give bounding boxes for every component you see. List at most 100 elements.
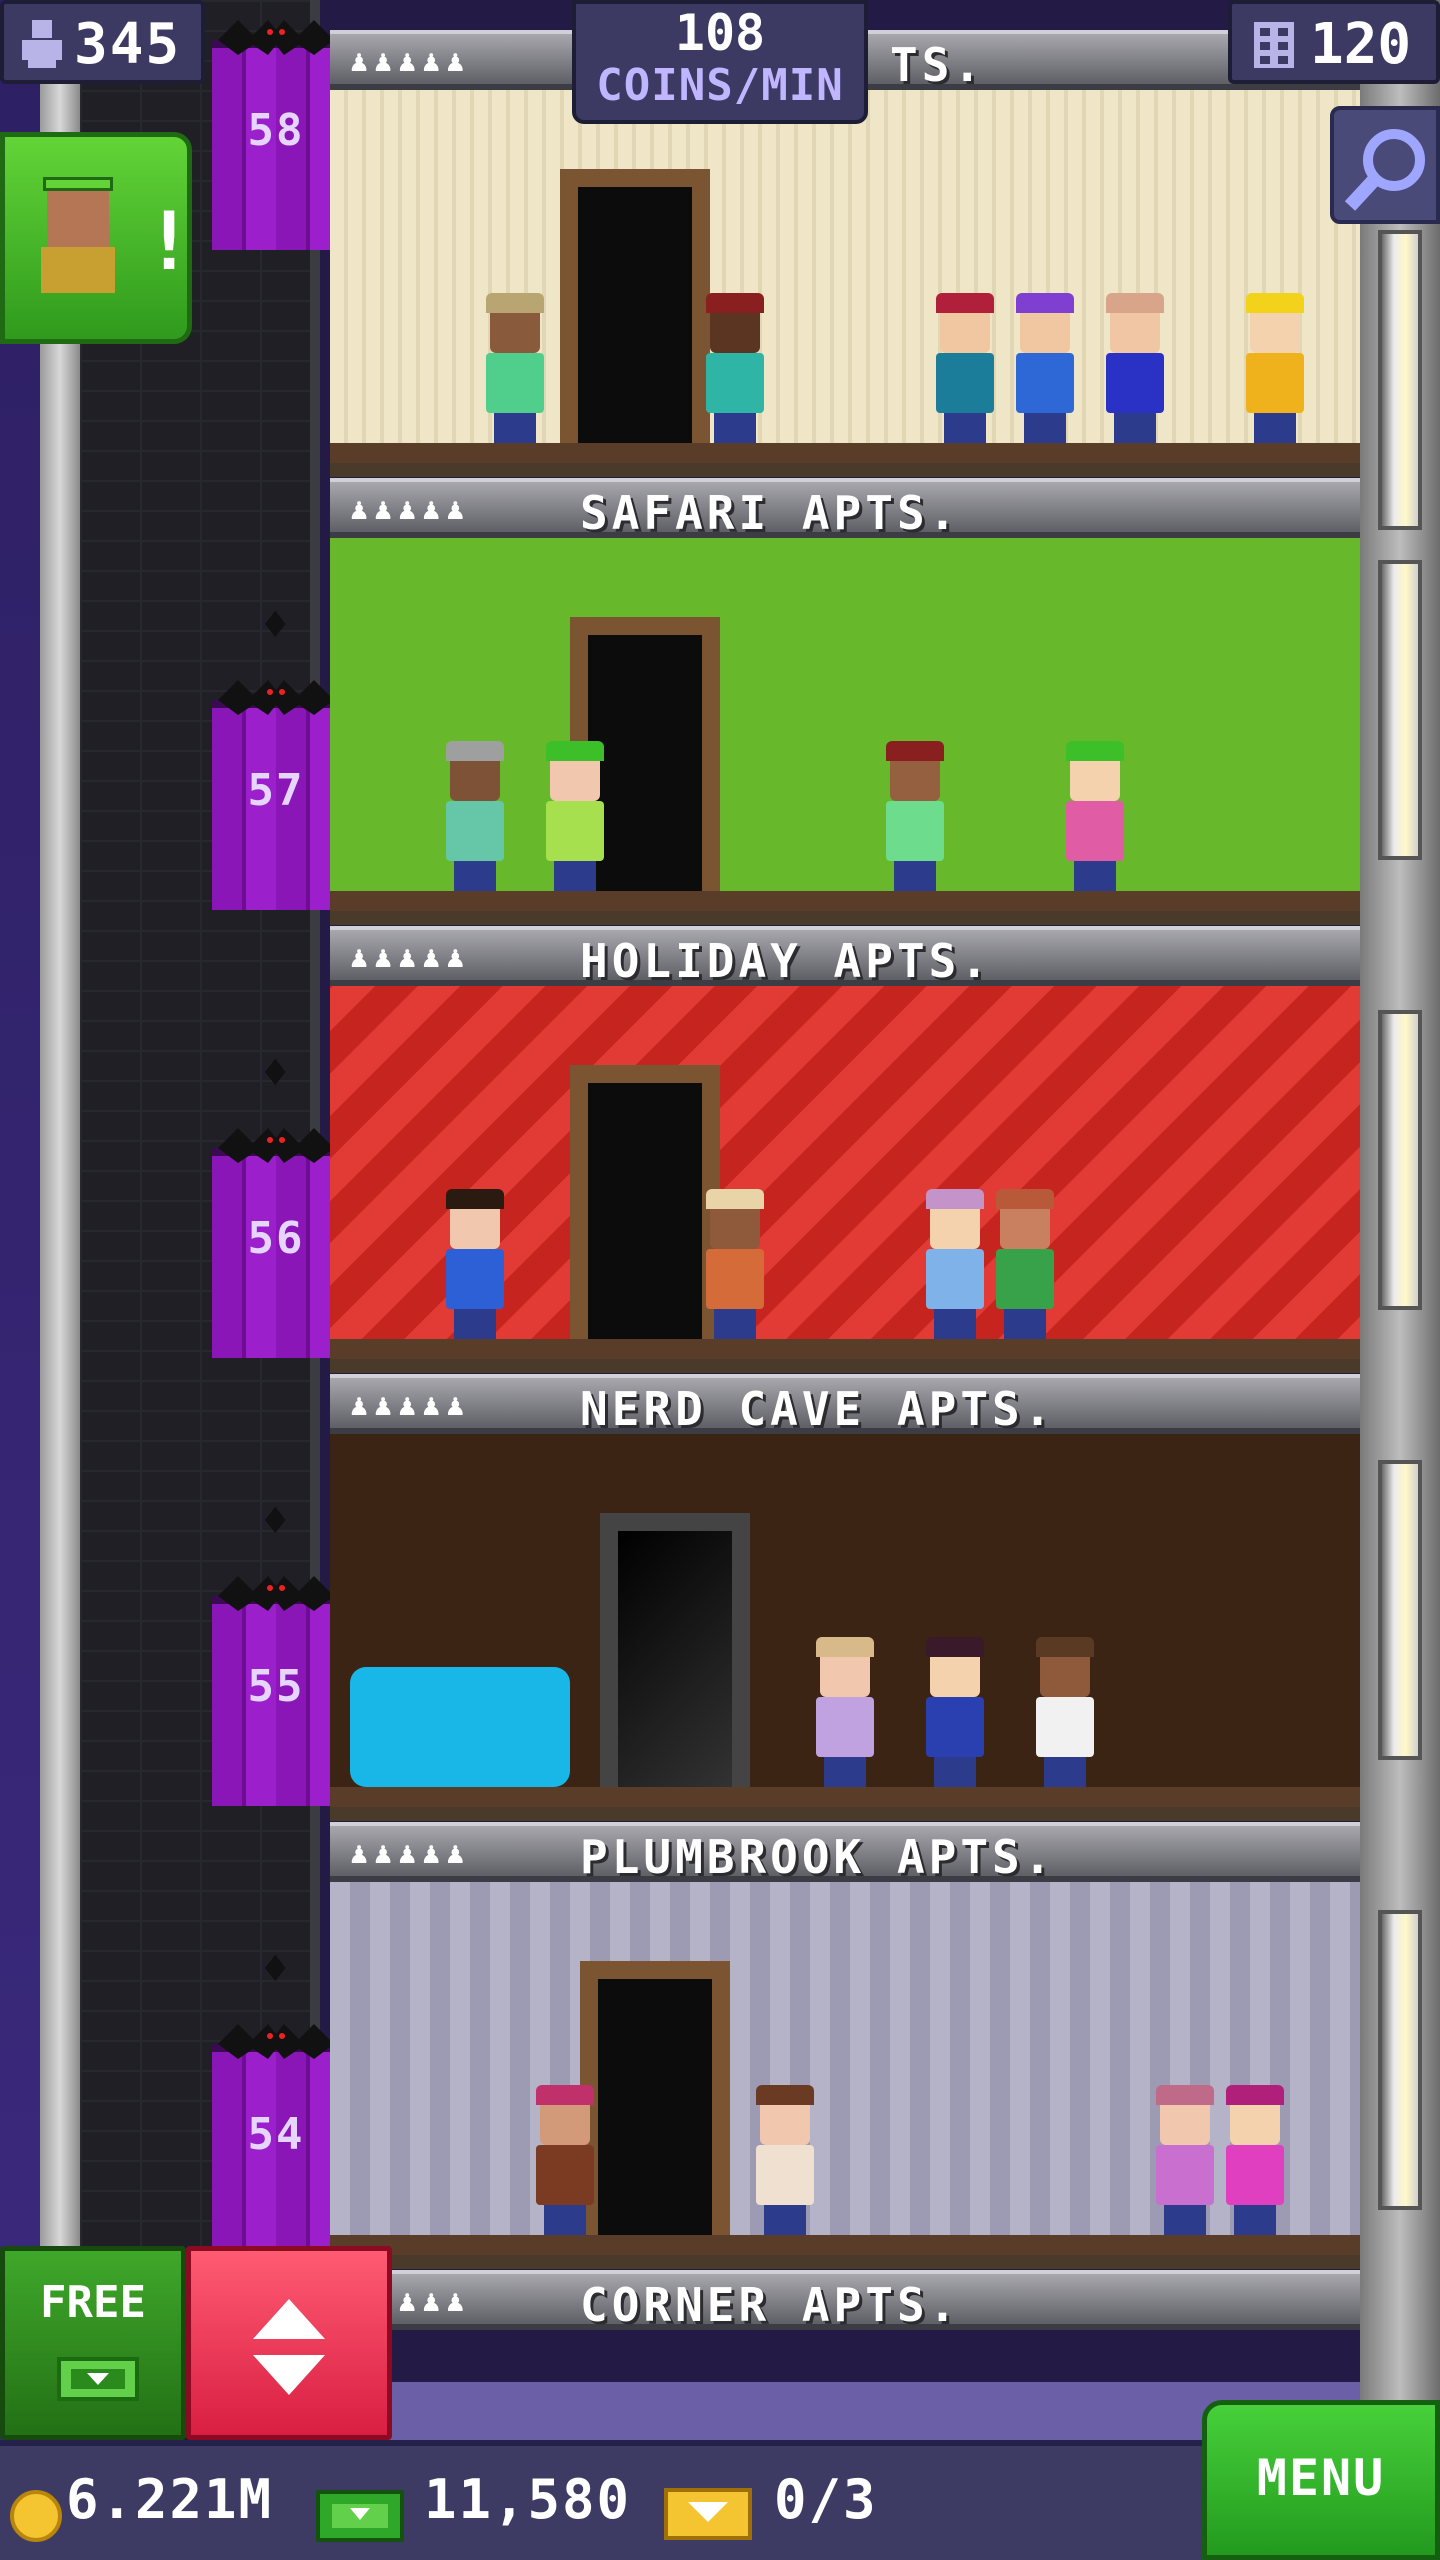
bitizen[interactable] — [1220, 2085, 1290, 2241]
bitizen[interactable] — [880, 741, 950, 897]
floorboard — [330, 443, 1360, 463]
bitizen[interactable] — [750, 2085, 820, 2241]
floor-name: HOLIDAY APTS. — [580, 934, 993, 988]
menu-button[interactable]: MENU — [1202, 2400, 1440, 2560]
bitizen[interactable] — [920, 1189, 990, 1345]
bitizen[interactable] — [930, 293, 1000, 449]
room-interior[interactable] — [330, 538, 1360, 925]
bitizen[interactable] — [990, 1189, 1060, 1345]
elevator-lamp-icon: ♦ — [262, 1048, 289, 1099]
elevator-up-down-button[interactable] — [186, 2246, 392, 2440]
bitizen[interactable] — [700, 293, 770, 449]
tower-left-wall — [40, 0, 80, 2560]
floor-name: TS. — [890, 38, 986, 92]
bat-icon — [218, 20, 334, 55]
bux-icon — [316, 2490, 404, 2542]
bitizen[interactable] — [1060, 741, 1130, 897]
elevator-floor-57[interactable]: ♦ 57 — [212, 590, 340, 910]
floor-name: CORNER APTS. — [580, 2278, 961, 2332]
bitizen[interactable] — [920, 1637, 990, 1793]
elevator-lamp-icon: ♦ — [262, 1496, 289, 1547]
floor-count-value: 120 — [1310, 12, 1412, 77]
apartment-door — [580, 1961, 730, 2241]
vip-alert-indicator: ! — [145, 195, 194, 288]
floor-banner: ♟♟♟♟♟ HOLIDAY APTS. — [330, 926, 1360, 988]
vip-visitor-button[interactable]: ! — [0, 132, 194, 344]
vip-avatar — [33, 177, 123, 307]
floor-rating-icons: ♟♟♟♟♟ — [350, 492, 471, 527]
magnifier-icon — [1344, 129, 1425, 211]
floor-banner: ♟♟♟♟♟ CORNER APTS. — [330, 2270, 1360, 2332]
floor-nerd-cave[interactable]: ♟♟♟♟♟ NERD CAVE APTS. — [330, 1374, 1360, 1821]
free-label: FREE — [40, 2277, 146, 2328]
apartment-door — [560, 169, 710, 449]
elevator-floor-number: 56 — [247, 1213, 305, 1264]
floor-counter[interactable]: 120 — [1228, 0, 1440, 84]
population-counter[interactable]: 345 — [0, 0, 205, 84]
floor-holiday[interactable]: ♟♟♟♟♟ HOLIDAY APTS. — [330, 926, 1360, 1373]
floor-name: SAFARI APTS. — [580, 486, 961, 540]
floor-plumbrook[interactable]: ♟♟♟♟♟ PLUMBROOK APTS. — [330, 1822, 1360, 2269]
population-value: 345 — [74, 12, 182, 77]
coins-per-min-value: 108 — [674, 4, 766, 62]
bitizen[interactable] — [440, 741, 510, 897]
bitizen[interactable] — [700, 1189, 770, 1345]
room-interior[interactable] — [330, 986, 1360, 1373]
tower-window — [1378, 560, 1422, 860]
bitizen[interactable] — [530, 2085, 600, 2241]
building-icon — [1254, 22, 1294, 68]
elevator-floor-56[interactable]: ♦ 56 — [212, 1038, 340, 1358]
elevator-floor-number: 54 — [247, 2109, 305, 2160]
elevator-floor-58[interactable]: 58 — [212, 0, 340, 250]
apartment-door — [600, 1513, 750, 1793]
tower-window — [1378, 1910, 1422, 2210]
bat-icon — [218, 1128, 334, 1163]
bitizen[interactable] — [1150, 2085, 1220, 2241]
floor-rating-icons: ♟♟♟♟♟ — [350, 940, 471, 975]
bitizen[interactable] — [1100, 293, 1170, 449]
golden-ticket-icon — [664, 2488, 752, 2540]
bitizen[interactable] — [440, 1189, 510, 1345]
bat-icon — [218, 680, 334, 715]
floor-safari[interactable]: ♟♟♟♟♟ SAFARI APTS. — [330, 478, 1360, 925]
elevator-floor-55[interactable]: ♦ 55 — [212, 1486, 340, 1806]
bitizen[interactable] — [1030, 1637, 1100, 1793]
tower-window — [1378, 230, 1422, 530]
bitizen[interactable] — [480, 293, 550, 449]
couch — [350, 1667, 570, 1787]
bitizen[interactable] — [540, 741, 610, 897]
floor-rating-icons: ♟♟♟♟♟ — [350, 44, 471, 79]
apartment-door — [570, 1065, 720, 1345]
coins-per-min-label: COINS/MIN — [596, 60, 844, 111]
floor-banner: ♟♟♟♟♟ PLUMBROOK APTS. — [330, 1822, 1360, 1884]
menu-label: MENU — [1256, 2449, 1386, 2507]
population-icon — [22, 20, 62, 68]
bitizen[interactable] — [1010, 293, 1080, 449]
floorboard — [330, 1339, 1360, 1359]
floorboard — [330, 1787, 1360, 1807]
room-interior[interactable] — [330, 1434, 1360, 1821]
elevator-floor-number: 58 — [247, 105, 305, 156]
floor-name: NERD CAVE APTS. — [580, 1382, 1056, 1436]
bitizen[interactable] — [810, 1637, 880, 1793]
coins-value: 6.221M — [66, 2468, 274, 2531]
elevator-floor-number: 55 — [247, 1661, 305, 1712]
elevator-shaft[interactable]: 58 ♦ 57 ♦ 56 ♦ 55 ♦ 54 — [80, 0, 340, 2440]
coins-per-min-panel: 108 COINS/MIN — [572, 0, 868, 124]
room-interior[interactable] — [330, 90, 1360, 477]
free-bux-button[interactable]: FREE — [0, 2246, 186, 2440]
floor-banner: ♟♟♟♟♟ NERD CAVE APTS. — [330, 1374, 1360, 1436]
tower-window — [1378, 1460, 1422, 1760]
room-interior[interactable] — [330, 1882, 1360, 2269]
floorboard — [330, 891, 1360, 911]
elevator-floor-number: 57 — [247, 765, 305, 816]
elevator-lamp-icon: ♦ — [262, 600, 289, 651]
elevator-floor-54[interactable]: ♦ 54 — [212, 1934, 340, 2254]
elevator-lamp-icon: ♦ — [262, 1944, 289, 1995]
bux-value: 11,580 — [424, 2468, 632, 2531]
bux-icon — [57, 2357, 139, 2401]
search-button[interactable] — [1330, 106, 1440, 224]
bitizen[interactable] — [1240, 293, 1310, 449]
tower-window — [1378, 1010, 1422, 1310]
tickets-value: 0/3 — [774, 2468, 878, 2531]
